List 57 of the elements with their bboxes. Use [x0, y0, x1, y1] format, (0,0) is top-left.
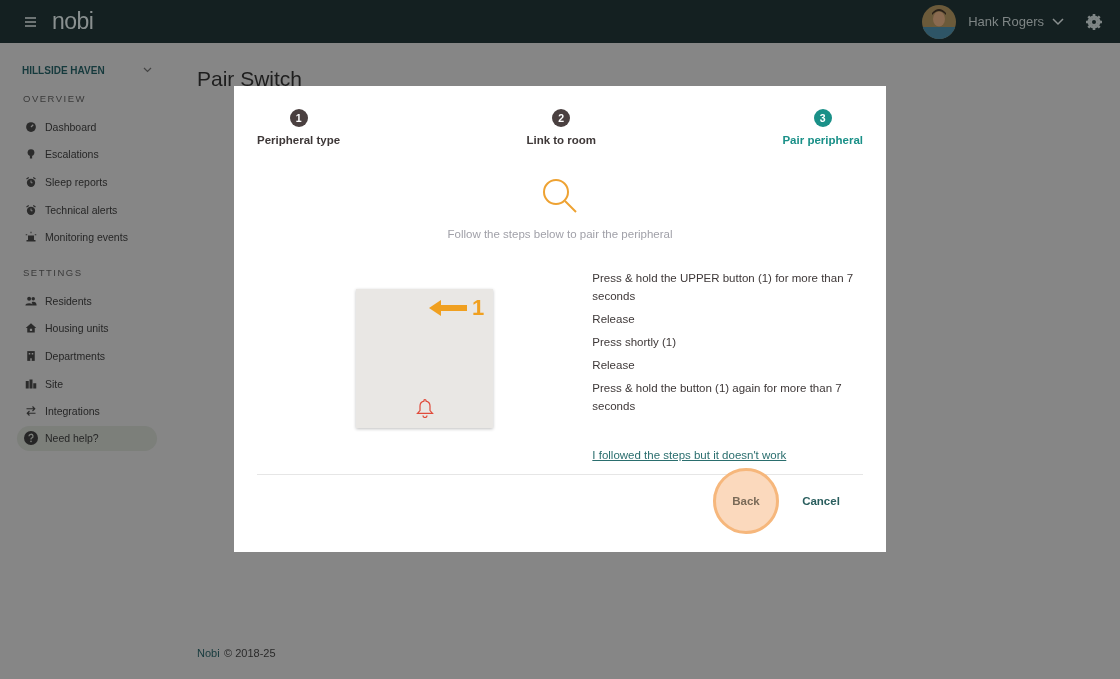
menu-icon[interactable] [25, 16, 36, 27]
instruction-step: Press shortly (1) [592, 333, 863, 352]
house-icon [25, 322, 37, 335]
gauge-icon [25, 120, 37, 133]
search-icon [542, 178, 578, 214]
dialog-button[interactable]: Cancel [799, 479, 843, 524]
people-icon [25, 294, 37, 307]
sidebar-item[interactable]: Sleep reports [25, 168, 180, 196]
dialog-button[interactable]: Back [713, 468, 779, 535]
instruction-step: Press & hold the UPPER button (1) for more than 7 seconds [592, 270, 863, 305]
sidebar-item[interactable]: Integrations [25, 397, 180, 425]
step-number: 1 [289, 109, 308, 127]
copyright: © 2018-25 [224, 647, 276, 659]
step-label: Pair peripheral [782, 134, 863, 146]
arrow-left-icon [429, 300, 468, 316]
dialog-subtitle: Follow the steps below to pair the peripheral [447, 228, 673, 240]
instruction-step: Release [592, 310, 863, 329]
help-link[interactable]: I followed the steps but it doesn't work [592, 448, 787, 461]
step-label: Peripheral type [257, 134, 341, 146]
site-name: HILLSIDE HAVEN [22, 64, 105, 76]
section-heading: SETTINGS [23, 266, 84, 278]
lightbulb-icon [25, 148, 37, 161]
chevron-down-icon[interactable] [1052, 17, 1064, 26]
sidebar-item[interactable]: Dashboard [25, 113, 180, 141]
page-title: Pair Switch [197, 67, 304, 91]
sidebar-item[interactable]: Monitoring events [25, 223, 180, 251]
step-tab[interactable]: 1 Peripheral type [257, 109, 341, 146]
sidebar-item[interactable]: Departments [25, 342, 180, 370]
alarm-clock-icon [25, 176, 37, 188]
avatar[interactable] [922, 4, 957, 39]
city-icon [25, 377, 37, 390]
sidebar-item[interactable]: Housing units [25, 314, 180, 343]
diagram-label: 1 [472, 295, 485, 321]
instruction-step: Press & hold the button (1) again for more than 7 seconds [592, 380, 863, 416]
question-icon [24, 431, 38, 446]
settings-icon[interactable] [1086, 13, 1102, 30]
step-number: 3 [813, 109, 832, 127]
siren-icon [25, 231, 37, 244]
instruction-step: Release [592, 357, 863, 375]
building-icon [25, 349, 37, 362]
sidebar-item[interactable]: Technical alerts [25, 195, 180, 224]
sidebar-item[interactable]: Escalations [25, 140, 180, 169]
step-tab[interactable]: 2 Link to room [526, 109, 597, 146]
section-heading: OVERVIEW [23, 93, 88, 104]
swap-arrows-icon [25, 405, 37, 418]
bell-icon [415, 398, 434, 418]
step-tab[interactable]: 3 Pair peripheral [782, 109, 863, 146]
help-button[interactable]: Need help? [17, 425, 157, 451]
alarm-clock-icon [25, 203, 37, 216]
chevron-down-icon[interactable] [143, 67, 152, 73]
user-name[interactable]: Hank Rogers [968, 14, 1044, 29]
sidebar-item[interactable]: Site [25, 369, 180, 398]
step-label: Link to room [526, 134, 597, 146]
logo[interactable]: nobi [52, 8, 94, 35]
sidebar-item[interactable]: Residents [25, 286, 180, 315]
step-number: 2 [552, 109, 571, 127]
footer-brand[interactable]: Nobi [197, 647, 220, 659]
